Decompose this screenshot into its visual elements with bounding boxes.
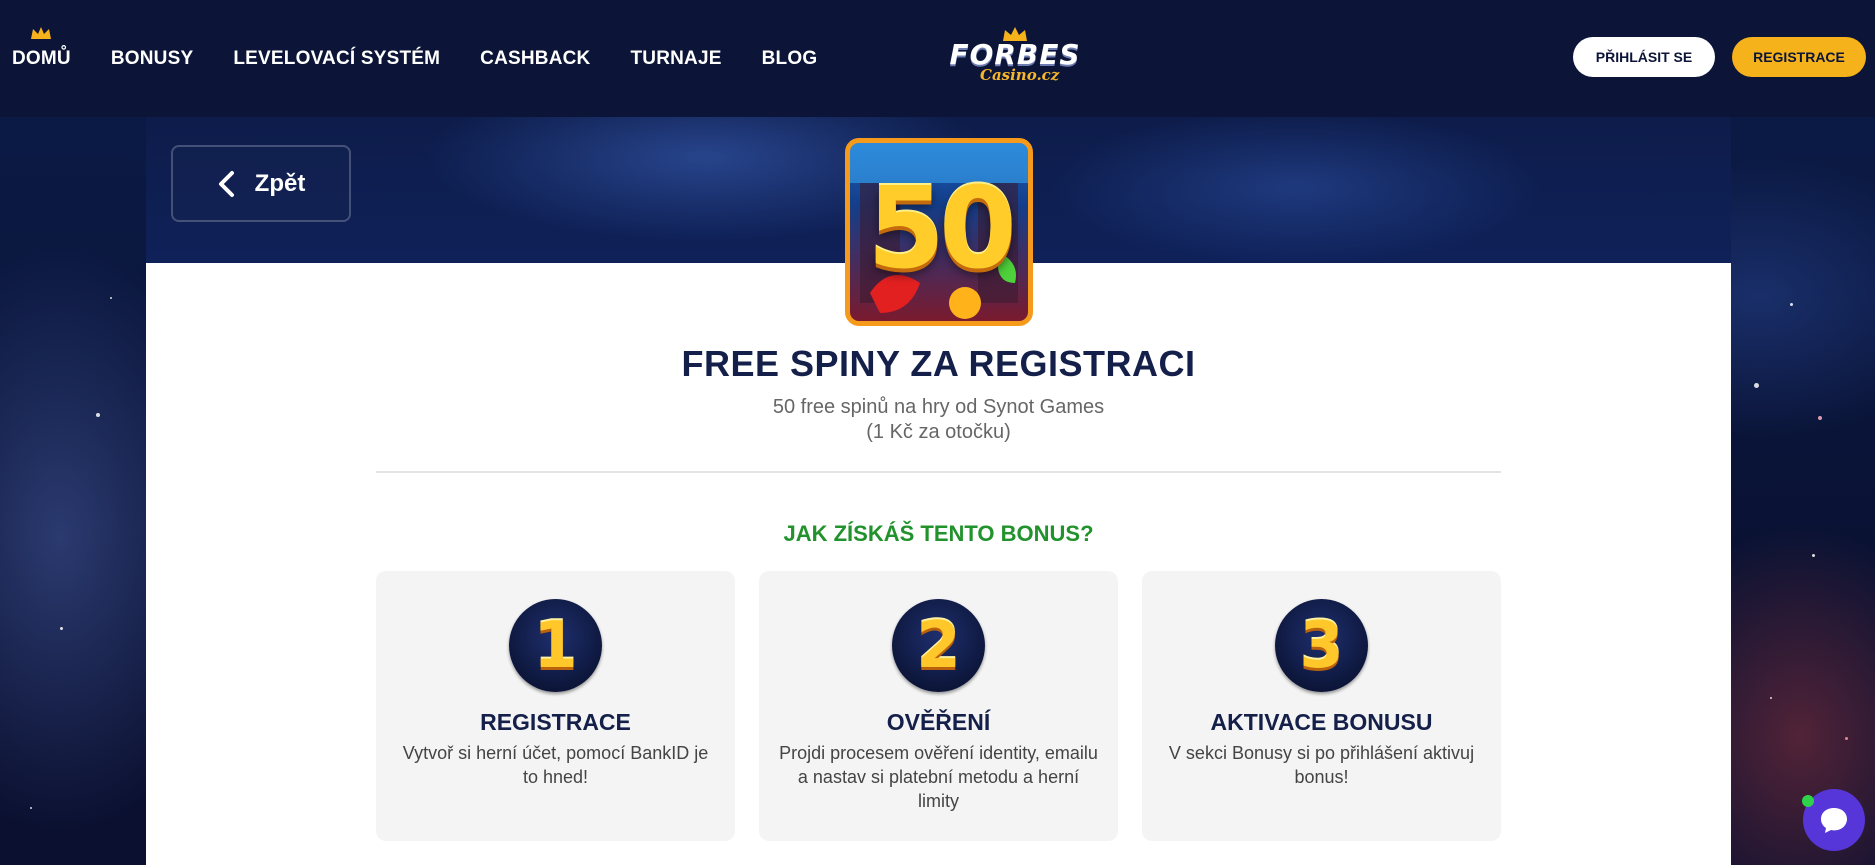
- step-number-badge: 1: [509, 599, 602, 692]
- login-button[interactable]: PŘIHLÁSIT SE: [1573, 37, 1715, 77]
- nav-item-label: CASHBACK: [480, 47, 591, 69]
- main-nav: DOMŮ BONUSY LEVELOVACÍ SYSTÉM CASHBACK T…: [12, 0, 857, 117]
- site-logo[interactable]: FORBES Casino.cz: [940, 26, 1090, 88]
- nav-item-label: LEVELOVACÍ SYSTÉM: [233, 47, 441, 69]
- nav-item-label: TURNAJE: [630, 47, 722, 69]
- online-status-dot: [1802, 795, 1814, 807]
- nav-item-home[interactable]: DOMŮ: [12, 26, 71, 70]
- chat-bubble-icon: [1821, 808, 1847, 833]
- step-card-verification: 2 OVĚŘENÍ Projdi procesem ověření identi…: [759, 571, 1118, 841]
- nav-item-bonuses[interactable]: BONUSY: [111, 48, 194, 70]
- step-description: Vytvoř si herní účet, pomocí BankID je t…: [402, 743, 709, 787]
- bonus-detail-container: Zpět 50 FREE SPINY ZA REGISTRACI 50 free…: [146, 117, 1731, 865]
- nav-item-label: BONUSY: [110, 47, 194, 69]
- step-title: OVĚŘENÍ: [886, 709, 991, 735]
- bonus-image-number: 50: [867, 164, 1017, 294]
- nav-item-tournaments[interactable]: TURNAJE: [630, 48, 721, 70]
- top-navbar: DOMŮ BONUSY LEVELOVACÍ SYSTÉM CASHBACK T…: [0, 0, 1875, 117]
- bonus-title: FREE SPINY ZA REGISTRACI: [681, 343, 1196, 384]
- step-title: REGISTRACE: [480, 709, 631, 735]
- nav-item-label: DOMŮ: [12, 47, 71, 69]
- register-button[interactable]: REGISTRACE: [1732, 37, 1866, 77]
- bonus-subtitle-line: 50 free spinů na hry od Synot Games: [772, 396, 1105, 418]
- nav-item-label: BLOG: [761, 47, 818, 69]
- back-button[interactable]: Zpět: [171, 145, 351, 222]
- crown-icon: [31, 26, 51, 39]
- bonus-subtitle-line: (1 Kč za otočku): [866, 421, 1011, 443]
- bonus-subtitle: 50 free spinů na hry od Synot Games (1 K…: [146, 395, 1731, 445]
- nav-item-leveling-system[interactable]: LEVELOVACÍ SYSTÉM: [233, 48, 440, 70]
- divider: [376, 471, 1501, 473]
- bonus-image: 50: [845, 138, 1033, 326]
- step-number: 2: [916, 608, 961, 683]
- step-number-badge: 3: [1275, 599, 1368, 692]
- step-card-registration: 1 REGISTRACE Vytvoř si herní účet, pomoc…: [376, 571, 735, 841]
- back-label: Zpět: [254, 169, 306, 197]
- step-number-badge: 2: [892, 599, 985, 692]
- step-description: V sekci Bonusy si po přihlášení aktivuj …: [1168, 743, 1475, 787]
- nav-item-blog[interactable]: BLOG: [762, 48, 818, 70]
- chevron-left-icon: [218, 170, 234, 197]
- logo-wordmark: FORBES: [949, 38, 1081, 71]
- step-card-activation: 3 AKTIVACE BONUSU V sekci Bonusy si po p…: [1142, 571, 1501, 841]
- nav-item-cashback[interactable]: CASHBACK: [480, 48, 590, 70]
- step-title: AKTIVACE BONUSU: [1210, 709, 1433, 735]
- step-number: 3: [1299, 608, 1344, 683]
- step-number: 1: [533, 608, 578, 683]
- how-to-get-heading: JAK ZÍSKÁŠ TENTO BONUS?: [783, 521, 1094, 546]
- step-description: Projdi procesem ověření identity, emailu…: [779, 743, 1098, 811]
